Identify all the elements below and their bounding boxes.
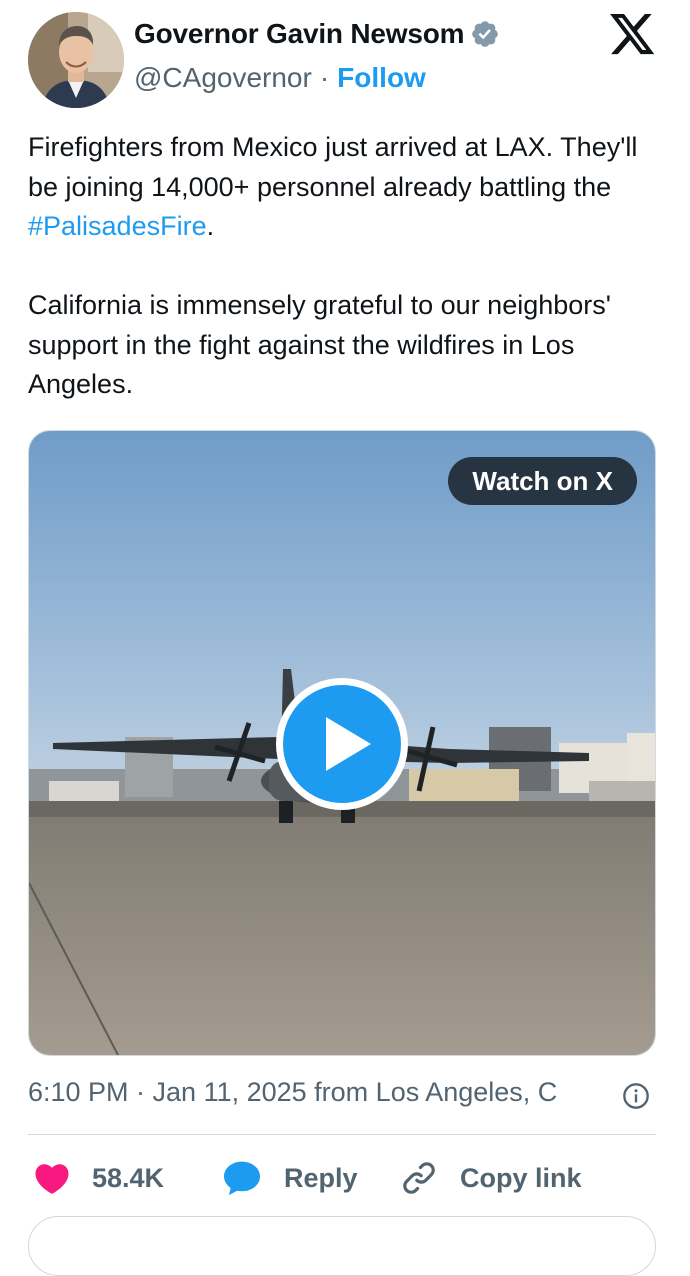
author-handle-row: @CAgovernor · Follow [134, 62, 426, 94]
divider [28, 1134, 656, 1135]
author-name[interactable]: Governor Gavin Newsom [134, 18, 465, 50]
tweet-paragraph-2: California is immensely grateful to our … [28, 290, 611, 399]
tweet-metadata: 6:10 PM · Jan 11, 2025 from Los Angeles,… [28, 1077, 557, 1108]
tweet-paragraph-1: Firefighters from Mexico just arrived at… [28, 128, 668, 247]
reply-button[interactable]: Reply [222, 1150, 358, 1206]
play-icon[interactable] [273, 675, 411, 813]
heart-icon [35, 1164, 69, 1194]
watch-on-x-button[interactable]: Watch on X [448, 457, 637, 505]
verified-badge-icon [472, 21, 499, 47]
video-media[interactable]: Watch on X [28, 430, 656, 1056]
copy-link-button[interactable]: Copy link [400, 1150, 582, 1206]
tweet-text: Firefighters from Mexico just arrived at… [28, 128, 668, 405]
info-icon[interactable] [622, 1082, 650, 1110]
reply-label: Reply [284, 1162, 358, 1193]
hashtag-link[interactable]: #PalisadesFire [28, 211, 207, 241]
like-button[interactable]: 58.4K [34, 1150, 164, 1206]
tweet-paragraph-1-end: . [206, 211, 215, 241]
copy-link-label: Copy link [460, 1162, 582, 1193]
x-logo-icon[interactable] [610, 14, 656, 56]
separator: · [319, 62, 330, 93]
read-replies-button[interactable] [28, 1216, 656, 1276]
tweet-actions: 58.4K Reply Copy link [0, 1150, 690, 1206]
follow-button[interactable]: Follow [337, 62, 426, 94]
author-handle[interactable]: @CAgovernor [134, 62, 312, 94]
link-icon [403, 1162, 435, 1194]
tweet-header: Governor Gavin Newsom @CAgovernor · Foll… [0, 0, 690, 120]
avatar[interactable] [28, 12, 124, 108]
tweet-paragraph-1-text: Firefighters from Mexico just arrived at… [28, 132, 638, 202]
author-name-row: Governor Gavin Newsom [134, 18, 500, 50]
timestamp-location[interactable]: 6:10 PM · Jan 11, 2025 from Los Angeles,… [28, 1077, 557, 1108]
reply-bubble-icon [224, 1161, 260, 1196]
like-count: 58.4K [92, 1162, 165, 1193]
